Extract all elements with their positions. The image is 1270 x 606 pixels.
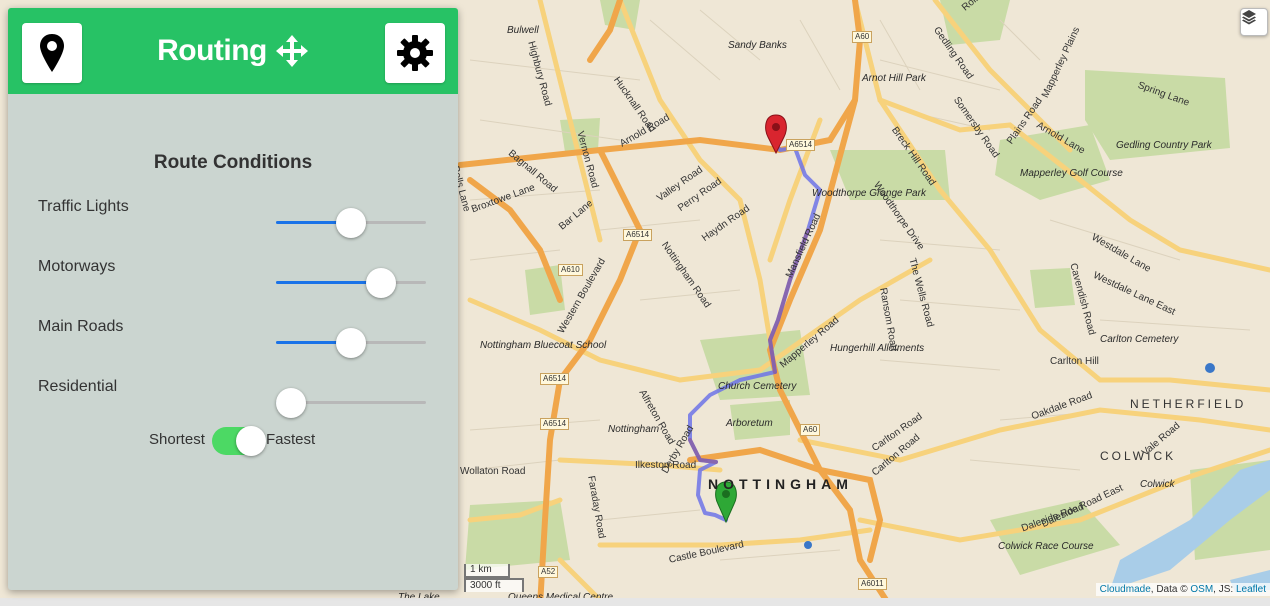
attribution-data: Data ©: [1156, 584, 1188, 595]
map-road-label: Ilkeston Road: [635, 460, 697, 471]
fastest-label: Fastest: [266, 431, 316, 448]
main-roads-slider[interactable]: [276, 328, 426, 358]
map-place-label: Mapperley Golf Course: [1020, 168, 1123, 179]
panel-title: Routing: [157, 34, 267, 67]
map-place-label: Bulwell: [507, 25, 539, 36]
traffic-lights-slider[interactable]: [276, 208, 426, 238]
shortest-label: Shortest: [149, 431, 205, 448]
map-place-label: Carlton Cemetery: [1100, 334, 1179, 345]
attribution-js: JS:: [1218, 584, 1234, 595]
osm-link[interactable]: OSM: [1190, 584, 1213, 595]
bottom-strip: [0, 598, 1270, 606]
motorways-label: Motorways: [38, 258, 116, 275]
residential-slider[interactable]: [276, 388, 426, 418]
map-place-label: Gedling Country Park: [1116, 140, 1212, 151]
map-marker-icon: [40, 34, 64, 72]
layers-icon: [1242, 10, 1256, 25]
road-badge: A610: [558, 264, 583, 276]
layers-button[interactable]: [1240, 8, 1268, 36]
city-label: NOTTINGHAM: [708, 476, 853, 492]
map-place-label: Nottingham Bluecoat School: [480, 340, 607, 351]
map-place-label: Nottingham: [608, 424, 660, 435]
slider-thumb[interactable]: [336, 328, 366, 358]
road-badge: A60: [800, 424, 821, 436]
scale-imperial: 3000 ft: [464, 578, 524, 592]
district-label: COLWICK: [1100, 449, 1177, 463]
route-mode-toggle[interactable]: [212, 426, 266, 456]
move-arrows-icon[interactable]: [275, 34, 309, 68]
slider-thumb[interactable]: [336, 208, 366, 238]
road-badge: A52: [538, 566, 559, 578]
road-badge: A6514: [540, 373, 570, 385]
toggle-knob[interactable]: [236, 426, 266, 456]
slider-thumb[interactable]: [276, 388, 306, 418]
road-badge: A6514: [540, 418, 570, 430]
road-badge: A6514: [786, 139, 816, 151]
panel-header: Routing: [8, 8, 458, 94]
map-place-label: Church Cemetery: [718, 381, 797, 392]
scale-metric: 1 km: [464, 564, 510, 578]
map-place-label: Woodthorpe Grange Park: [812, 188, 926, 199]
map-place-label: Hungerhill Allotments: [830, 343, 925, 354]
map-place-label: Colwick: [1140, 479, 1175, 490]
location-button[interactable]: [22, 23, 82, 83]
settings-button[interactable]: [385, 23, 445, 83]
map-road-label: Carlton Hill: [1050, 356, 1099, 367]
map-scale: 1 km 3000 ft: [464, 564, 524, 592]
road-badge: A60: [852, 31, 873, 43]
route-mode-toggle-row: Shortest Fastest: [8, 426, 458, 456]
motorways-slider[interactable]: [276, 268, 426, 298]
map-attribution: Cloudmade, Data © OSM, JS: Leaflet: [1095, 583, 1270, 596]
routing-panel: Routing Route Conditions Traffic Lights …: [8, 8, 458, 590]
map-place-label: Arnot Hill Park: [862, 73, 926, 84]
district-label: NETHERFIELD: [1130, 397, 1247, 411]
leaflet-link[interactable]: Leaflet: [1236, 584, 1266, 595]
cloudmade-link[interactable]: Cloudmade: [1100, 584, 1151, 595]
road-badge: A6011: [858, 578, 887, 590]
map-place-label: Sandy Banks: [728, 40, 787, 51]
road-badge: A6514: [623, 229, 653, 241]
map-road-label: Wollaton Road: [460, 466, 526, 477]
main-roads-label: Main Roads: [38, 318, 124, 335]
map-place-label: Colwick Race Course: [998, 541, 1094, 552]
traffic-lights-label: Traffic Lights: [38, 198, 129, 215]
route-conditions-title: Route Conditions: [153, 152, 313, 173]
gear-icon: [397, 35, 433, 71]
residential-label: Residential: [38, 378, 118, 395]
slider-thumb[interactable]: [366, 268, 396, 298]
map-place-label: Arboretum: [726, 418, 773, 429]
